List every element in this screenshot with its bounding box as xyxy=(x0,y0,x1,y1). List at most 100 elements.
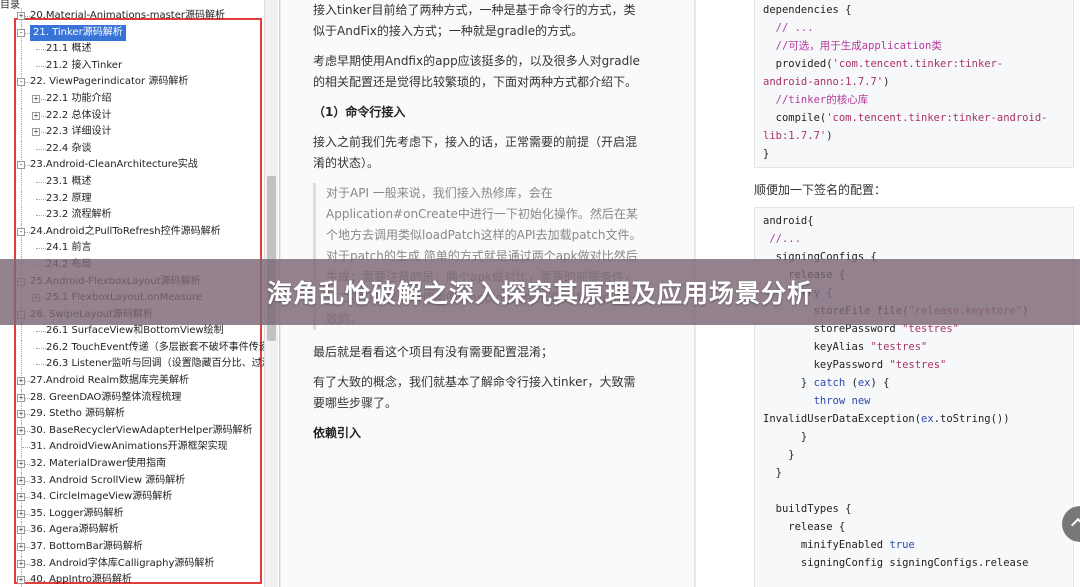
code-token: //... xyxy=(763,233,801,245)
tree-section-item[interactable]: 21.2 接入Tinker xyxy=(0,57,264,75)
tree-section-item[interactable]: 24.1 前言 xyxy=(0,240,264,257)
code-line: InvalidUserDataException(ex.toString()) xyxy=(763,410,1065,428)
tree-section-item[interactable]: +22.2 总体设计 xyxy=(0,107,264,125)
tree-chapter-item[interactable]: +34. CircleImageView源码解析 xyxy=(0,489,264,506)
expand-icon[interactable]: + xyxy=(17,526,25,535)
tree-guide-line xyxy=(21,173,22,191)
expand-icon[interactable]: + xyxy=(17,559,25,568)
tree-branch-line xyxy=(36,65,46,67)
expand-icon[interactable]: + xyxy=(17,543,25,551)
code-line: android-anno:1.7.7') xyxy=(763,73,1065,91)
tree-chapter-item[interactable]: -23.Android-CleanArchitecture实战 xyxy=(0,157,264,174)
expand-icon[interactable]: + xyxy=(17,12,25,20)
expand-icon[interactable]: + xyxy=(17,377,25,386)
code-line: } catch (ex) { xyxy=(763,374,1065,392)
tree-section-item[interactable]: 26.3 Listener监听与回调（设置隐藏百分比、过渡 xyxy=(0,356,264,374)
tree-section-item[interactable]: 26.2 TouchEvent传递（多层嵌套不破坏事件传递 xyxy=(0,339,264,357)
expand-icon[interactable]: + xyxy=(17,460,25,469)
code-line: //tinker的核心库 xyxy=(763,91,1065,109)
code-token: 'com.tencent.tinker:tinker-android- xyxy=(826,112,1048,124)
expand-icon[interactable]: + xyxy=(17,493,25,502)
article-paragraph: 考虑早期使用Andfix的app应该挺多的，以及很多人对gradle的相关配置还… xyxy=(313,54,640,89)
tree-guide-line xyxy=(21,41,22,58)
tree-section-item[interactable]: 26.1 SurfaceView和BottomView绘制 xyxy=(0,323,264,340)
tree-guide-line xyxy=(21,339,22,357)
code-line: release { xyxy=(763,518,1065,536)
tree-chapter-item[interactable]: +37. BottomBar源码解析 xyxy=(0,539,264,556)
tree-chapter-item[interactable]: -22. ViewPagerindicator 源码解析 xyxy=(0,74,264,91)
tree-branch-line xyxy=(22,447,30,449)
code-token: release { xyxy=(763,521,846,533)
tree-item-label: 37. BottomBar源码解析 xyxy=(30,541,143,552)
tree-section-item[interactable]: 23.2 流程解析 xyxy=(0,207,264,224)
code-token: android-anno:1.7.7' xyxy=(763,76,884,88)
code-token: provided( xyxy=(763,58,833,70)
tree-chapter-item[interactable]: +20.Material-Animations-master源码解析 xyxy=(0,8,264,25)
code-line: } xyxy=(763,464,1065,482)
code-line: ​ xyxy=(763,482,1065,500)
tree-chapter-item[interactable]: -21. Tinker源码解析 xyxy=(0,24,264,42)
tree-chapter-item[interactable]: +32. MaterialDrawer使用指南 xyxy=(0,456,264,473)
expand-icon[interactable]: + xyxy=(17,410,25,419)
expand-icon[interactable]: + xyxy=(32,128,40,137)
collapse-icon[interactable]: - xyxy=(17,227,25,236)
tree-section-item[interactable]: 22.4 杂谈 xyxy=(0,140,264,158)
tree-chapter-item[interactable]: +27.Android Realm数据库完美解析 xyxy=(0,373,264,390)
tree-guide-line xyxy=(21,57,22,75)
expand-icon[interactable]: + xyxy=(17,393,25,402)
title-banner: 海角乱怆破解之深入探究其原理及应用场景分析 xyxy=(0,259,1080,325)
tree-chapter-item[interactable]: +38. Android字体库Calligraphy源码解析 xyxy=(0,555,264,573)
tree-chapter-item[interactable]: +36. Agera源码解析 xyxy=(0,522,264,539)
tree-guide-line xyxy=(21,90,22,108)
code-token: //tinker的核心库 xyxy=(763,94,869,106)
tree-section-item[interactable]: +22.3 详细设计 xyxy=(0,124,264,141)
tree-section-item[interactable]: 23.1 概述 xyxy=(0,173,264,191)
tree-item-label: 23.Android-CleanArchitecture实战 xyxy=(30,159,198,171)
tree-chapter-item[interactable]: 31. AndroidViewAnimations开源框架实现 xyxy=(0,439,264,457)
tree-chapter-item[interactable]: -24.Android之PullToRefresh控件源码解析 xyxy=(0,223,264,241)
tree-guide-line xyxy=(21,356,22,374)
article-heading: （1）命令行接入 xyxy=(313,105,406,119)
tree-guide-line xyxy=(21,323,22,340)
tree-chapter-item[interactable]: +35. Logger源码解析 xyxy=(0,505,264,523)
tree-item-label: 35. Logger源码解析 xyxy=(30,507,124,519)
tree-branch-line xyxy=(36,148,46,150)
expand-icon[interactable]: + xyxy=(17,576,25,585)
expand-icon[interactable]: + xyxy=(17,476,25,485)
tree-chapter-item[interactable]: +40. AppIntro源码解析 xyxy=(0,572,264,587)
tree-chapter-item[interactable]: +29. Stetho 源码解析 xyxy=(0,406,264,423)
tree-item-label: 26.3 Listener监听与回调（设置隐藏百分比、过渡 xyxy=(46,358,264,370)
collapse-icon[interactable]: - xyxy=(17,161,25,170)
article-content: 接入tinker目前给了两种方式，一种是基于命令行的方式，类似于AndFix的接… xyxy=(313,0,643,453)
code-line: //可选，用于生成application类 xyxy=(763,37,1065,55)
expand-icon[interactable]: + xyxy=(17,426,25,435)
code-token: catch xyxy=(813,377,846,389)
article-paragraph: 最后就是看看这个项目有没有需要配置混淆； xyxy=(313,345,554,359)
tree-chapter-item[interactable]: +28. GreenDAO源码整体流程梳理 xyxy=(0,389,264,407)
code-token: buildTypes { xyxy=(763,503,852,515)
tree-guide-line xyxy=(21,107,22,125)
tree-chapter-item[interactable]: +33. Android ScrollView 源码解析 xyxy=(0,472,264,490)
code-token: InvalidUserDataException( xyxy=(763,413,922,425)
expand-icon[interactable]: + xyxy=(32,111,40,120)
tree-item-label: 28. GreenDAO源码整体流程梳理 xyxy=(30,391,182,403)
tree-section-item[interactable]: +22.1 功能介绍 xyxy=(0,90,264,108)
code-line: buildTypes { xyxy=(763,500,1065,518)
article-heading: 依赖引入 xyxy=(313,426,362,440)
tree-item-label: 29. Stetho 源码解析 xyxy=(30,408,126,420)
code-token: minifyEnabled xyxy=(763,539,890,551)
tree-item-label: 22.4 杂谈 xyxy=(46,142,92,154)
tree-chapter-item[interactable]: +30. BaseRecyclerViewAdapterHelper源码解析 xyxy=(0,422,264,440)
expand-icon[interactable]: + xyxy=(32,94,40,103)
tree-section-item[interactable]: 23.2 原理 xyxy=(0,190,264,208)
code-token: keyPassword xyxy=(763,359,890,371)
collapse-icon[interactable]: - xyxy=(17,28,25,37)
code-line: signingConfig signingConfigs.release xyxy=(763,554,1065,572)
code-token: } xyxy=(763,449,795,461)
code-caption: 顺便加一下签名的配置： xyxy=(754,183,887,197)
collapse-icon[interactable]: - xyxy=(17,78,25,87)
expand-icon[interactable]: + xyxy=(17,509,25,518)
code-line: keyPassword "testres" xyxy=(763,356,1065,374)
tree-section-item[interactable]: 21.1 概述 xyxy=(0,41,264,58)
